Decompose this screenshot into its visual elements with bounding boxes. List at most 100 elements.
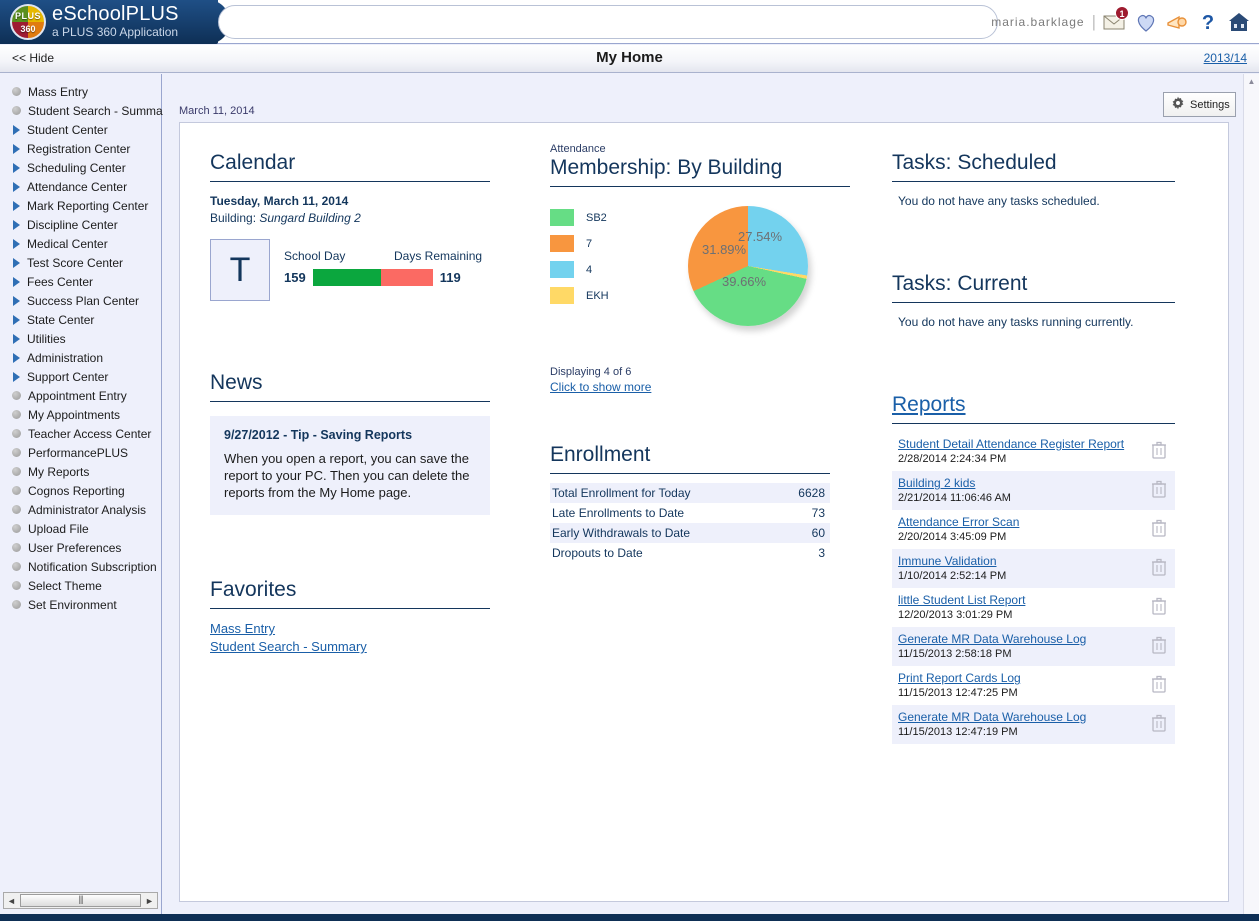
sidebar-item-medical-center[interactable]: Medical Center xyxy=(0,234,161,253)
sidebar-item-upload-file[interactable]: Upload File xyxy=(0,519,161,538)
sidebar-item-my-appointments[interactable]: My Appointments xyxy=(0,405,161,424)
report-name-link[interactable]: Generate MR Data Warehouse Log xyxy=(898,632,1086,646)
legend-swatch xyxy=(550,287,574,304)
sidebar-item-label: Student Search - Summary xyxy=(28,103,173,118)
calendar-building: Building: Sungard Building 2 xyxy=(210,211,490,225)
bullet-icon xyxy=(12,467,21,476)
bullet-icon xyxy=(12,410,21,419)
page-title: My Home xyxy=(596,49,663,66)
news-item-body: When you open a report, you can save the… xyxy=(224,451,470,500)
sidebar-item-label: Cognos Reporting xyxy=(28,483,125,498)
page-header: << Hide My Home 2013/14 xyxy=(0,45,1259,73)
sidebar-item-success-plan-center[interactable]: Success Plan Center xyxy=(0,291,161,310)
trash-icon[interactable] xyxy=(1151,597,1167,618)
report-row: Attendance Error Scan 2/20/2014 3:45:09 P… xyxy=(892,510,1175,549)
sidebar-item-user-preferences[interactable]: User Preferences xyxy=(0,538,161,557)
sidebar-item-mass-entry[interactable]: Mass Entry xyxy=(0,82,161,101)
bullet-icon xyxy=(12,391,21,400)
sidebar-item-cognos-reporting[interactable]: Cognos Reporting xyxy=(0,481,161,500)
report-name-link[interactable]: Attendance Error Scan xyxy=(898,515,1019,529)
report-info: Immune Validation 1/10/2014 2:52:14 PM xyxy=(898,554,1006,582)
report-info: Building 2 kids 2/21/2014 11:06:46 AM xyxy=(898,476,1011,504)
trash-icon[interactable] xyxy=(1151,675,1167,696)
main-vertical-scrollbar[interactable]: ▲ xyxy=(1243,74,1259,921)
sidebar-item-set-environment[interactable]: Set Environment xyxy=(0,595,161,614)
sidebar-item-scheduling-center[interactable]: Scheduling Center xyxy=(0,158,161,177)
sidebar-item-label: Test Score Center xyxy=(27,255,124,270)
trash-icon[interactable] xyxy=(1151,480,1167,501)
legend-item: 4 xyxy=(550,261,680,278)
trash-icon[interactable] xyxy=(1151,519,1167,540)
global-search-input[interactable] xyxy=(218,5,998,39)
sidebar-item-registration-center[interactable]: Registration Center xyxy=(0,139,161,158)
sidebar-item-test-score-center[interactable]: Test Score Center xyxy=(0,253,161,272)
report-name-link[interactable]: little Student List Report xyxy=(898,593,1025,607)
sidebar-item-label: Attendance Center xyxy=(27,179,128,194)
sidebar-item-teacher-access-center[interactable]: Teacher Access Center xyxy=(0,424,161,443)
tasks-current-title: Tasks: Current xyxy=(892,272,1175,303)
scrollbar-thumb[interactable] xyxy=(20,894,141,907)
heart-icon[interactable] xyxy=(1134,10,1158,34)
enrollment-row: Total Enrollment for Today 6628 xyxy=(550,483,830,503)
sidebar-item-my-reports[interactable]: My Reports xyxy=(0,462,161,481)
help-icon[interactable]: ? xyxy=(1196,10,1220,34)
username-label: maria.barklage xyxy=(991,15,1085,29)
chevron-right-icon xyxy=(13,371,20,382)
chevron-right-icon xyxy=(13,219,20,230)
trash-icon[interactable] xyxy=(1151,636,1167,657)
sidebar-item-student-center[interactable]: Student Center xyxy=(0,120,161,139)
report-name-link[interactable]: Immune Validation xyxy=(898,554,1006,568)
sidebar-item-administrator-analysis[interactable]: Administrator Analysis xyxy=(0,500,161,519)
report-name-link[interactable]: Generate MR Data Warehouse Log xyxy=(898,710,1086,724)
trash-icon[interactable] xyxy=(1151,558,1167,579)
favorite-link[interactable]: Mass Entry xyxy=(210,621,490,636)
trash-icon[interactable] xyxy=(1151,441,1167,462)
sidebar-item-student-search-summary[interactable]: Student Search - Summary xyxy=(0,101,173,120)
chevron-right-icon xyxy=(13,352,20,363)
trash-icon[interactable] xyxy=(1151,714,1167,735)
report-name-link[interactable]: Building 2 kids xyxy=(898,476,1011,490)
sidebar-item-mark-reporting-center[interactable]: Mark Reporting Center xyxy=(0,196,161,215)
report-name-link[interactable]: Student Detail Attendance Register Repor… xyxy=(898,437,1124,451)
sidebar-item-notification-subscription[interactable]: Notification Subscription xyxy=(0,557,161,576)
sidebar-item-select-theme[interactable]: Select Theme xyxy=(0,576,161,595)
chart-show-more-link[interactable]: Click to show more xyxy=(550,380,651,394)
scroll-right-arrow-icon[interactable]: ► xyxy=(142,896,157,906)
sidebar-item-support-center[interactable]: Support Center xyxy=(0,367,161,386)
favorite-link[interactable]: Student Search - Summary xyxy=(210,639,490,654)
settings-button[interactable]: Settings xyxy=(1163,92,1236,117)
portlet-panel: Calendar Tuesday, March 11, 2014 Buildin… xyxy=(179,122,1229,902)
calendar-date: Tuesday, March 11, 2014 xyxy=(210,194,349,208)
sidebar: Mass Entry Student Search - Summary Studen… xyxy=(0,74,173,914)
sidebar-horizontal-scrollbar[interactable]: ◄ ► xyxy=(3,892,158,909)
sidebar-item-appointment-entry[interactable]: Appointment Entry xyxy=(0,386,161,405)
sidebar-item-state-center[interactable]: State Center xyxy=(0,310,161,329)
calendar-portlet: Calendar Tuesday, March 11, 2014 Buildin… xyxy=(210,151,490,301)
scroll-up-arrow-icon[interactable]: ▲ xyxy=(1244,74,1259,86)
report-name-link[interactable]: Print Report Cards Log xyxy=(898,671,1021,685)
sidebar-item-performanceplus[interactable]: PerformancePLUS xyxy=(0,443,161,462)
bullet-icon xyxy=(12,448,21,457)
report-row: Immune Validation 1/10/2014 2:52:14 PM xyxy=(892,549,1175,588)
reports-title[interactable]: Reports xyxy=(892,393,1175,424)
bullet-icon xyxy=(12,600,21,609)
calendar-building-name: Sungard Building 2 xyxy=(259,211,361,225)
bullet-icon xyxy=(12,429,21,438)
megaphone-icon[interactable] xyxy=(1165,10,1189,34)
sidebar-item-utilities[interactable]: Utilities xyxy=(0,329,161,348)
sidebar-item-fees-center[interactable]: Fees Center xyxy=(0,272,161,291)
sidebar-item-attendance-center[interactable]: Attendance Center xyxy=(0,177,161,196)
enrollment-value: 6628 xyxy=(798,486,825,500)
sidebar-item-discipline-center[interactable]: Discipline Center xyxy=(0,215,161,234)
home-icon[interactable] xyxy=(1227,10,1251,34)
scroll-left-arrow-icon[interactable]: ◄ xyxy=(4,896,19,906)
report-timestamp: 1/10/2014 2:52:14 PM xyxy=(898,570,1007,582)
sidebar-item-administration[interactable]: Administration xyxy=(0,348,161,367)
school-year-link[interactable]: 2013/14 xyxy=(1204,51,1247,65)
enrollment-value: 3 xyxy=(818,546,825,560)
sidebar-item-label: Mark Reporting Center xyxy=(27,198,149,213)
mail-icon[interactable]: 1 xyxy=(1103,6,1129,34)
sidebar-item-label: Utilities xyxy=(27,331,66,346)
separator: | xyxy=(1091,12,1096,31)
sidebar-item-label: Student Center xyxy=(27,122,108,137)
